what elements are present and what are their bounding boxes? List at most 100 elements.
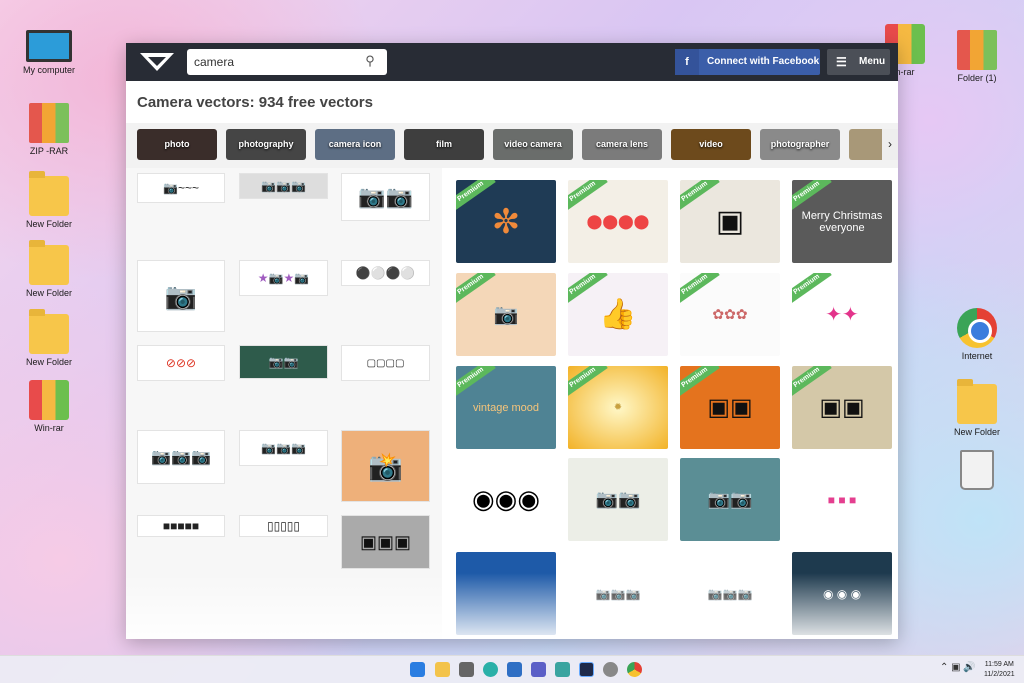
premium-thumb[interactable]: ▣▣ Premium (792, 366, 892, 449)
tag-photo[interactable]: photo (137, 129, 217, 160)
vector-thumb[interactable]: 📸 (341, 430, 430, 502)
settings-icon[interactable] (603, 662, 618, 677)
chrome-icon[interactable] (627, 662, 642, 677)
vector-thumb[interactable]: 📷📷 (341, 173, 430, 221)
vector-thumb[interactable]: 📷📷📷 (239, 430, 328, 466)
connect-facebook-button[interactable]: f Connect with Facebook (675, 49, 820, 75)
tag-camera-lens[interactable]: camera lens (582, 129, 662, 160)
windows-start-icon[interactable] (410, 662, 425, 677)
tag-photographer[interactable]: photographer (760, 129, 840, 160)
premium-thumb[interactable]: 📷📷 (568, 458, 668, 541)
premium-thumb[interactable]: ⬤⬤⬤⬤ Premium (568, 180, 668, 263)
camera-icon-set: ★📷★📷 (257, 271, 310, 285)
vector-thumb[interactable]: ⊘⊘⊘ (137, 345, 225, 381)
active-app-icon[interactable] (579, 662, 594, 677)
site-logo[interactable] (138, 51, 176, 73)
taskbar: ⌃ ▣ 🔊 11:59 AM 11/2/2021 (0, 655, 1024, 683)
search-input[interactable] (187, 49, 387, 75)
vector-thumb[interactable]: ★📷★📷 (239, 260, 328, 296)
edge-icon[interactable] (483, 662, 498, 677)
premium-thumb[interactable]: ✼ Premium (456, 180, 556, 263)
network-icon[interactable]: ▣ (951, 662, 960, 673)
tag-video-camera[interactable]: video camera (493, 129, 573, 160)
desktop-icon-win-rar[interactable]: Win-rar (14, 380, 84, 433)
camera-line-icon: 📷~~~ (163, 181, 199, 195)
desktop-icon-label: ZIP -RAR (29, 146, 69, 156)
vector-thumb[interactable]: ■■■■■ (137, 515, 225, 537)
teams-icon[interactable] (531, 662, 546, 677)
facebook-icon: f (675, 49, 699, 75)
premium-thumb[interactable]: ▣▣ Premium (680, 366, 780, 449)
vector-thumb[interactable]: 📷📷📷 (137, 430, 225, 484)
camera-app-icon[interactable] (459, 662, 474, 677)
camera-outline-icon-set: ▢▢▢▢ (366, 357, 405, 369)
premium-thumb[interactable]: ■ ■ ■ (792, 458, 892, 541)
vector-thumb[interactable]: ⚫⚪⚫⚪ (341, 260, 430, 286)
store-icon[interactable] (507, 662, 522, 677)
menu-button[interactable]: ☰ Menu (827, 49, 890, 75)
tag-camera-icon[interactable]: camera icon (315, 129, 395, 160)
clock[interactable]: 11:59 AM 11/2/2021 (984, 660, 1015, 680)
vector-thumb[interactable]: 📷📷 (239, 345, 328, 379)
premium-thumb[interactable]: 👍 Premium (568, 273, 668, 356)
desktop-icon-my-computer[interactable]: My computer (14, 30, 84, 75)
desktop-icon-zip-rar[interactable]: ZIP -RAR (14, 103, 84, 156)
sunburst-icon: ✹ (613, 402, 623, 413)
premium-thumb[interactable]: vintage mood Premium (456, 366, 556, 449)
vector-thumb[interactable]: ▯▯▯▯▯ (239, 515, 328, 537)
vector-thumb[interactable]: ▢▢▢▢ (341, 345, 430, 381)
premium-badge: Premium (456, 180, 496, 212)
volume-icon[interactable]: 🔊 (963, 662, 975, 673)
camera-icon-set: ⚫⚪⚫⚪ (355, 266, 416, 280)
premium-thumb[interactable]: 📷📷 (680, 458, 780, 541)
system-tray[interactable]: ⌃ ▣ 🔊 (940, 662, 976, 673)
vector-thumb[interactable]: ▣▣▣ (341, 515, 430, 569)
premium-badge: Premium (792, 180, 832, 212)
desktop-icon-internet[interactable]: Internet (942, 308, 1012, 361)
clock-time: 11:59 AM (984, 661, 1014, 668)
vector-thumb[interactable]: 📷 (137, 260, 225, 332)
app-icon[interactable] (555, 662, 570, 677)
tag-photography[interactable]: photography (226, 129, 306, 160)
recycle-bin-icon (960, 450, 994, 490)
folder-icon (957, 379, 997, 424)
premium-thumb[interactable]: ✿✿✿ Premium (680, 273, 780, 356)
retro-camera-icon: 📷📷 (595, 489, 641, 509)
desktop-icon-label: New Folder (25, 357, 72, 367)
no-camera-icon: ⊘⊘⊘ (165, 356, 197, 370)
desktop-icon-new-folder-right[interactable]: New Folder (942, 379, 1012, 437)
vector-thumb[interactable]: 📷📷📷 (239, 173, 328, 199)
hamburger-icon: ☰ (836, 55, 847, 69)
tag-video[interactable]: video (671, 129, 751, 160)
chevron-up-icon[interactable]: ⌃ (940, 662, 948, 673)
file-explorer-icon[interactable] (435, 662, 450, 677)
search-icon[interactable]: ⚲ (362, 53, 378, 69)
camera-icon-row: ■■■■■ (162, 519, 200, 533)
desktop-icon-label: Folder (1) (957, 73, 997, 83)
menu-label: Menu (859, 56, 886, 67)
premium-badge: Premium (568, 180, 608, 212)
premium-thumb[interactable]: Merry Christmas everyone Premium (792, 180, 892, 263)
desktop-icon-new-folder-3[interactable]: New Folder (14, 309, 84, 367)
premium-badge: Premium (456, 273, 496, 305)
photo-frame-icon: ▣ (715, 205, 745, 238)
desktop-icon-new-folder-1[interactable]: New Folder (14, 171, 84, 229)
clock-date: 11/2/2021 (984, 671, 1015, 678)
premium-thumb[interactable]: ▣ Premium (680, 180, 780, 263)
desktop-icon-new-folder-2[interactable]: New Folder (14, 240, 84, 298)
tag-film[interactable]: film (404, 129, 484, 160)
chevron-right-icon[interactable]: › (882, 129, 898, 160)
premium-thumb[interactable]: ✦✦ Premium (792, 273, 892, 356)
connect-facebook-label: Connect with Facebook (707, 56, 820, 67)
premium-thumb[interactable]: 📷 Premium (456, 273, 556, 356)
premium-thumb[interactable]: ◉◉◉ (456, 458, 556, 541)
desktop-icon-recycle-bin[interactable] (942, 450, 1012, 493)
vector-thumb[interactable]: 📷~~~ (137, 173, 225, 203)
camera-sketch-icon: 📷 (164, 280, 198, 311)
desktop-icon-label: My computer (22, 65, 75, 75)
desktop-icon-folder-1[interactable]: Folder (1) (942, 30, 1012, 83)
folder-icon (29, 171, 69, 216)
phone-camera-icon: ▯▯▯▯▯ (266, 519, 301, 533)
premium-thumb[interactable]: ✹ Premium (568, 366, 668, 449)
logo-icon (140, 53, 174, 71)
